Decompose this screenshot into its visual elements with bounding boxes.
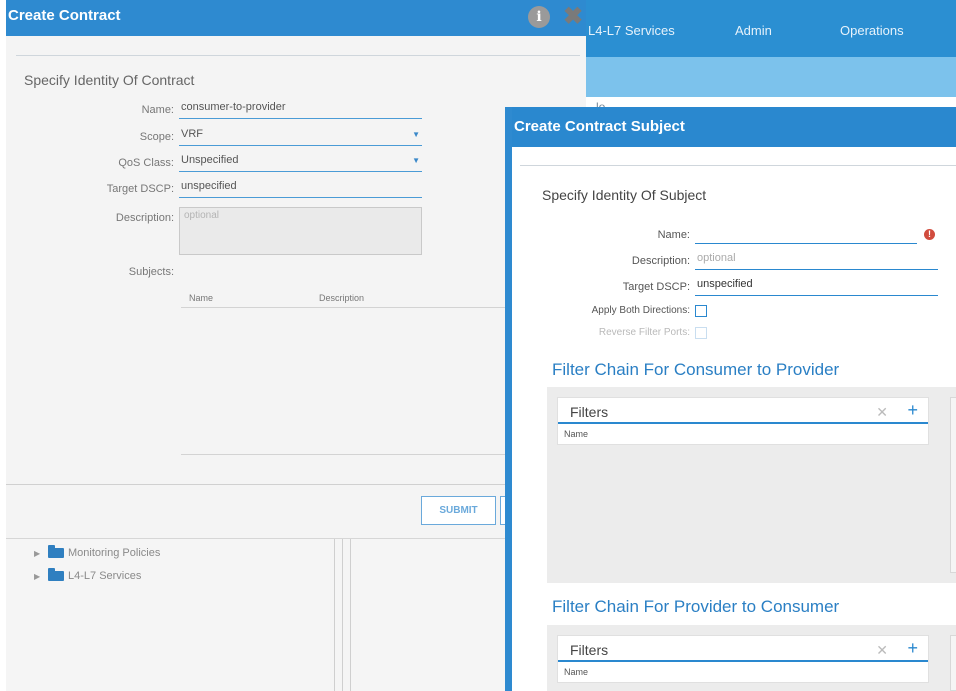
sub-navigation-bar [585,57,956,97]
create-contract-dialog: Create Contract Specify Identity Of Cont… [6,0,586,538]
required-error-icon: ! [924,229,935,240]
subject-name-label: Name: [657,229,690,241]
create-contract-subject-title: Create Contract Subject [512,107,956,147]
subject-section-title: Specify Identity Of Subject [542,187,707,203]
tree-item-monitoring-policies[interactable]: ▶ Monitoring Policies [34,545,161,559]
create-contract-subject-dialog: Create Contract Subject Specify Identity… [505,107,956,691]
subject-name-input[interactable] [695,226,917,244]
add-icon[interactable]: + [907,400,918,421]
expand-arrow-icon[interactable]: ▶ [34,549,44,558]
add-icon[interactable]: + [907,638,918,659]
provider-filters-table: Filters ✕ + Name [557,635,929,683]
subjects-label: Subjects: [128,266,174,278]
column-header-name[interactable]: Name [558,424,928,444]
contract-name-label: Name: [141,104,174,116]
apply-both-directions-label: Apply Both Directions: [591,305,690,316]
delete-icon[interactable]: ✕ [876,404,888,421]
scope-select[interactable]: VRF ▼ [179,128,422,146]
filters-title: Filters [570,642,609,658]
dialog-footer-divider [6,484,586,485]
contract-section-title: Specify Identity Of Contract [24,72,195,88]
scope-value: VRF [181,128,203,140]
info-icon[interactable]: i [528,6,550,28]
column-header-name[interactable]: Name [558,662,928,682]
tree-item-label: L4-L7 Services [68,570,142,582]
reverse-filter-ports-checkbox[interactable] [695,327,707,339]
apply-both-directions-checkbox[interactable] [695,305,707,317]
qos-class-select[interactable]: Unspecified ▼ [179,154,422,172]
qos-class-label: QoS Class: [118,157,174,169]
target-dscp-input[interactable]: unspecified [179,180,422,198]
navigation-tree: ▶ Monitoring Policies ▶ L4-L7 Services [6,538,586,691]
nav-operations[interactable]: Operations [840,23,904,38]
filters-title: Filters [570,404,609,420]
consumer-filters-table: Filters ✕ + Name [557,397,929,445]
provider-side-panel [950,635,956,691]
subject-description-label: Description: [631,255,690,267]
top-navigation-bar: L4-L7 Services Admin Operations [585,0,956,57]
column-header-description[interactable]: Description [319,293,364,303]
nav-admin[interactable]: Admin [735,23,772,38]
column-header-name[interactable]: Name [189,293,213,303]
subject-description-input[interactable]: optional [695,252,938,270]
consumer-chain-title: Filter Chain For Consumer to Provider [552,360,840,379]
provider-chain-title: Filter Chain For Provider to Consumer [552,597,840,616]
description-label: Description: [115,212,174,224]
folder-icon [48,568,64,581]
contract-name-input[interactable]: consumer-to-provider [179,101,422,119]
subject-dscp-label: Target DSCP: [622,281,690,293]
subject-dscp-input[interactable]: unspecified [695,278,938,296]
reverse-filter-ports-label: Reverse Filter Ports: [598,327,690,338]
tree-item-label: Monitoring Policies [68,547,161,559]
create-contract-title: Create Contract [6,0,586,36]
nav-l4-l7-services[interactable]: L4-L7 Services [588,23,675,38]
close-icon[interactable]: ✖ [560,5,586,29]
chevron-down-icon[interactable]: ▼ [412,130,420,139]
expand-arrow-icon[interactable]: ▶ [34,572,44,581]
chevron-down-icon[interactable]: ▼ [412,156,420,165]
tree-item-l4-l7-services[interactable]: ▶ L4-L7 Services [34,568,142,582]
qos-class-value: Unspecified [181,154,239,166]
consumer-chain-panel: Filters ✕ + Name [547,387,956,583]
provider-chain-panel: Filters ✕ + Name [547,625,956,691]
scope-label: Scope: [139,131,174,143]
target-dscp-label: Target DSCP: [106,183,174,195]
folder-icon [48,545,64,558]
delete-icon[interactable]: ✕ [876,642,888,659]
description-textarea[interactable]: optional [179,207,422,255]
consumer-side-panel [950,397,956,573]
submit-button[interactable]: SUBMIT [421,496,496,525]
